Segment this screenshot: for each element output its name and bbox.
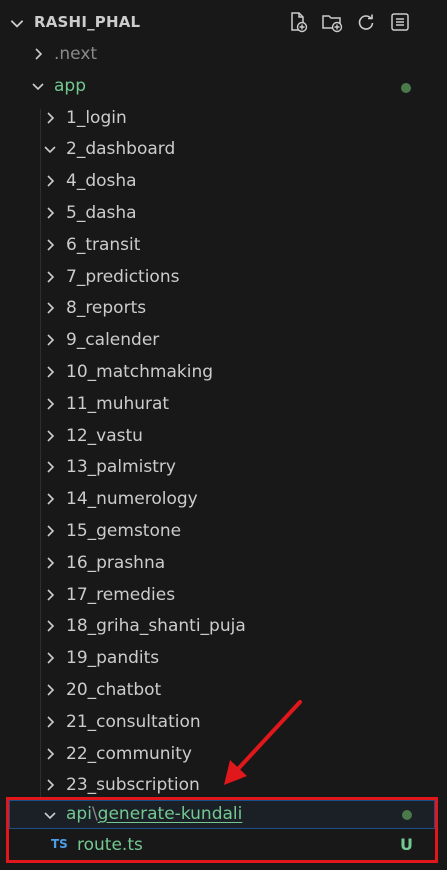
tree-item-folder[interactable]: 7_predictions <box>0 261 447 293</box>
chevron-right-icon <box>47 429 55 442</box>
tree-item-folder[interactable]: 8_reports <box>0 292 447 324</box>
tree-item-folder[interactable]: 11_muhurat <box>0 388 447 420</box>
new-file-icon[interactable] <box>286 10 310 34</box>
git-status-badge: U <box>400 835 413 854</box>
tree-item-app[interactable]: app <box>0 70 447 102</box>
tree-item-api-generate-kundali[interactable]: api\generate-kundali <box>9 800 435 829</box>
chevron-down-icon <box>44 146 56 154</box>
tree-item-label: 12_vastu <box>66 425 143 446</box>
tree-item-label: 1_login <box>66 107 127 128</box>
typescript-file-icon: TS <box>51 837 68 851</box>
chevron-right-icon <box>47 302 55 314</box>
tree-item-folder[interactable]: 19_pandits <box>0 642 447 674</box>
tree-item-label: 17_remedies <box>66 584 176 605</box>
chevron-right-icon <box>47 398 55 410</box>
chevron-right-icon <box>47 716 55 728</box>
tree-item-label: 19_pandits <box>66 648 160 669</box>
project-title: RASHI_PHAL <box>34 13 141 31</box>
chevron-right-icon <box>47 620 55 632</box>
tree-item-folder[interactable]: 22_community <box>0 738 447 770</box>
tree-item-folder[interactable]: 10_matchmaking <box>0 356 447 388</box>
tree-item-label: 20_chatbot <box>66 679 162 700</box>
tree-item-folder[interactable]: 21_consultation <box>0 706 447 738</box>
tree-item-next[interactable]: .next <box>0 38 447 70</box>
explorer-actions <box>286 10 412 34</box>
untracked-dot <box>401 82 411 93</box>
collapse-all-icon[interactable] <box>388 10 412 34</box>
chevron-right-icon <box>47 588 55 601</box>
tree-item-label: 11_muhurat <box>66 393 170 414</box>
tree-item-label: 21_consultation <box>66 711 201 732</box>
chevron-right-icon <box>47 779 55 791</box>
chevron-down-icon <box>44 812 56 820</box>
tree-item-label: 9_calender <box>66 330 160 351</box>
chevron-right-icon <box>47 557 55 569</box>
tree-item-folder[interactable]: 9_calender <box>0 324 447 356</box>
tree-item-folder[interactable]: 20_chatbot <box>0 674 447 706</box>
tree-item-label: app <box>54 75 86 96</box>
tree-item-label: 5_dasha <box>66 202 137 223</box>
tree-item-label: 2_dashboard <box>66 139 176 160</box>
tree-item-folder[interactable]: 18_griha_shanti_puja <box>0 610 447 642</box>
refresh-icon[interactable] <box>354 10 378 34</box>
tree-item-label: .next <box>54 44 98 64</box>
app-children: 1_login 2_dashboard 4_dosha 5_dasha 6_transi… <box>0 102 447 802</box>
chevron-right-icon <box>47 239 55 251</box>
tree-item-folder[interactable]: 2_dashboard <box>0 133 447 165</box>
tree-item-label: 7_predictions <box>66 266 180 287</box>
tree-item-label: route.ts <box>77 835 143 855</box>
chevron-right-icon <box>47 366 55 378</box>
tree-item-folder[interactable]: 13_palmistry <box>0 451 447 483</box>
tree-item-folder[interactable]: 6_transit <box>0 229 447 261</box>
untracked-dot <box>402 810 412 820</box>
tree-item-folder[interactable]: 4_dosha <box>0 165 447 197</box>
tree-item-route-ts[interactable]: TS route.ts U <box>9 831 435 861</box>
explorer-panel: RASHI_PHAL .next app 1_login 2_dashboard… <box>0 0 447 870</box>
folder-segment-api[interactable]: api <box>66 804 92 824</box>
chevron-right-icon <box>47 747 55 760</box>
tree-item-label: 8_reports <box>66 298 147 319</box>
compact-folder-label: api\generate-kundali <box>66 804 242 824</box>
chevron-right-icon <box>47 175 55 187</box>
tree-item-label: 16_prashna <box>66 552 166 573</box>
file-tree: .next app 1_login 2_dashboard 4_dosha 5_das… <box>0 38 447 801</box>
tree-item-folder[interactable]: 14_numerology <box>0 483 447 515</box>
chevron-right-icon <box>47 334 55 346</box>
chevron-right-icon <box>47 112 55 124</box>
chevron-right-icon <box>47 461 55 473</box>
tree-item-label: 13_palmistry <box>66 457 176 478</box>
tree-item-folder[interactable]: 17_remedies <box>0 579 447 611</box>
chevron-right-icon <box>47 207 55 219</box>
folder-segment-generate-kundali[interactable]: generate-kundali <box>98 804 243 824</box>
tree-item-folder[interactable]: 1_login <box>0 102 447 134</box>
chevron-right-icon <box>47 271 55 283</box>
chevron-down-icon[interactable] <box>8 14 26 32</box>
chevron-right-icon <box>47 493 55 505</box>
tree-item-folder[interactable]: 16_prashna <box>0 547 447 579</box>
chevron-right-icon <box>35 48 43 60</box>
tree-item-folder[interactable]: 5_dasha <box>0 197 447 229</box>
chevron-down-icon <box>32 83 44 90</box>
tree-item-label: 10_matchmaking <box>66 361 214 382</box>
tree-item-label: 18_griha_shanti_puja <box>66 616 246 637</box>
tree-item-folder[interactable]: 12_vastu <box>0 420 447 452</box>
tree-item-label: 23_subscription <box>66 775 200 796</box>
tree-item-label: 15_gemstone <box>66 520 182 541</box>
tree-item-label: 4_dosha <box>66 171 137 192</box>
tree-item-label: 6_transit <box>66 234 141 255</box>
new-folder-icon[interactable] <box>320 10 344 34</box>
tree-item-folder[interactable]: 15_gemstone <box>0 515 447 547</box>
chevron-right-icon <box>47 684 55 696</box>
tree-item-label: 22_community <box>66 743 192 764</box>
tree-item-label: 14_numerology <box>66 489 198 510</box>
chevron-right-icon <box>47 525 55 537</box>
chevron-right-icon <box>47 652 55 664</box>
